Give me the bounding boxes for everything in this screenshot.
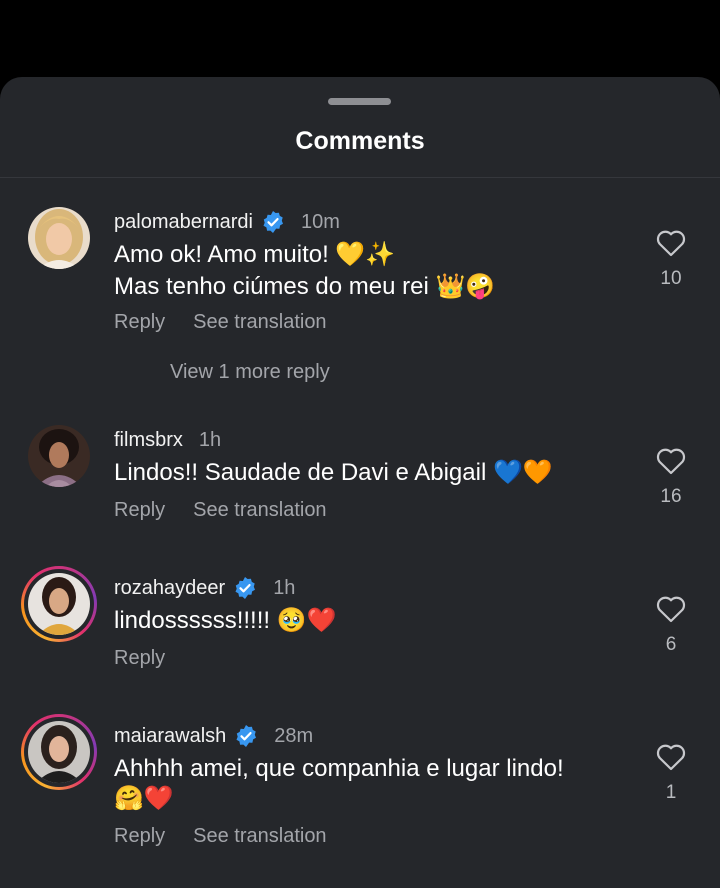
like-count: 16 <box>660 486 682 507</box>
comment-meta: maiarawalsh 28m <box>114 721 313 751</box>
username[interactable]: filmsbrx <box>114 429 183 452</box>
heart-outline-icon <box>656 744 686 775</box>
view-more-replies[interactable]: View 1 more reply <box>170 361 330 384</box>
comment-actions: Reply See translation <box>114 311 327 334</box>
comment-actions: Reply See translation <box>114 499 327 522</box>
reply-button[interactable]: Reply <box>114 311 165 334</box>
verified-badge-icon <box>234 724 258 748</box>
avatar[interactable] <box>28 425 90 487</box>
heart-outline-icon <box>656 596 686 627</box>
heart-outline-icon <box>656 230 686 261</box>
sheet-title: Comments <box>295 127 425 155</box>
drag-handle[interactable] <box>328 98 391 105</box>
story-ring[interactable] <box>21 714 97 790</box>
story-ring[interactable] <box>21 566 97 642</box>
comment-meta: filmsbrx 1h <box>114 425 221 455</box>
like-count: 1 <box>665 782 677 803</box>
see-translation-button[interactable]: See translation <box>193 499 326 522</box>
verified-badge-icon <box>261 210 285 234</box>
comment-text-line: Ahhhh amei, que companhia e lugar lindo! <box>114 755 564 782</box>
comment-text-line: Amo ok! Amo muito! 💛✨ <box>114 241 396 268</box>
verified-badge-icon <box>233 576 257 600</box>
reply-button[interactable]: Reply <box>114 647 165 670</box>
see-translation-button[interactable]: See translation <box>193 825 326 848</box>
comments-sheet: Comments palomabernardi 10m Amo ok! Amo … <box>0 77 720 888</box>
comment-text-line: Lindos!! Saudade de Davi e Abigail 💙🧡 <box>114 459 553 486</box>
avatar <box>28 573 90 635</box>
comment-time: 28m <box>274 724 314 747</box>
username[interactable]: maiarawalsh <box>114 725 226 748</box>
avatar[interactable] <box>28 207 90 269</box>
comment-text-line: 🤗❤️ <box>114 785 174 812</box>
comment-time: 10m <box>300 210 340 233</box>
comment-text-line: Mas tenho ciúmes do meu rei 👑🤪 <box>114 273 496 300</box>
like-button[interactable]: 10 <box>654 229 688 290</box>
like-count: 10 <box>660 268 682 289</box>
comment-time: 1h <box>198 428 222 451</box>
like-button[interactable]: 1 <box>654 743 688 804</box>
heart-outline-icon <box>656 448 686 479</box>
username[interactable]: rozahaydeer <box>114 577 225 600</box>
reply-button[interactable]: Reply <box>114 499 165 522</box>
like-count: 6 <box>665 634 677 655</box>
username[interactable]: palomabernardi <box>114 211 253 234</box>
like-button[interactable]: 16 <box>654 447 688 508</box>
comment-meta: rozahaydeer 1h <box>114 573 295 603</box>
comment-actions: Reply See translation <box>114 825 327 848</box>
comment-text-line: lindossssss!!!!! 🥹❤️ <box>114 607 337 634</box>
comment-time: 1h <box>273 576 296 599</box>
comment-actions: Reply <box>114 647 165 670</box>
reply-button[interactable]: Reply <box>114 825 165 848</box>
see-translation-button[interactable]: See translation <box>193 311 326 334</box>
avatar <box>28 721 90 783</box>
like-button[interactable]: 6 <box>654 595 688 656</box>
header-divider <box>0 177 720 178</box>
comment-meta: palomabernardi 10m <box>114 207 340 237</box>
